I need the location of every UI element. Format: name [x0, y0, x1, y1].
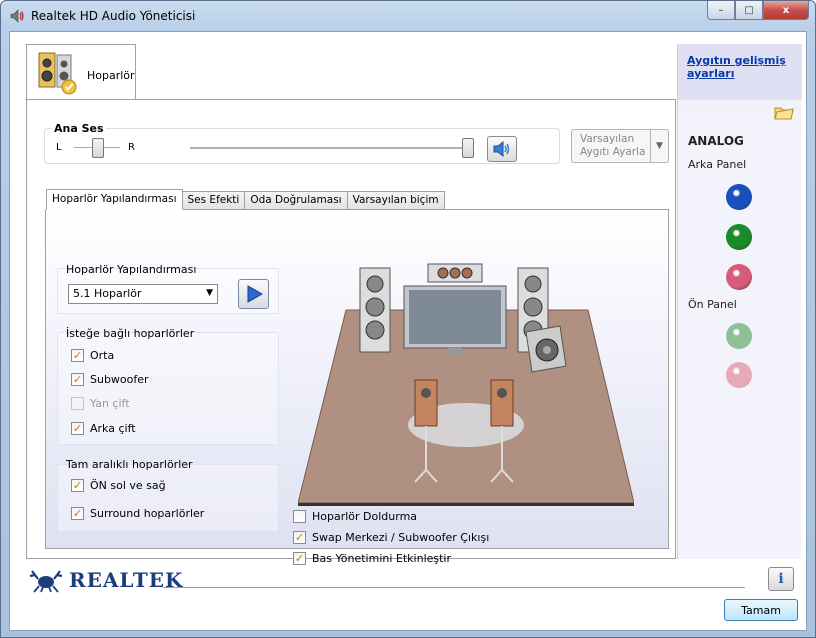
- checkbox-subwoofer[interactable]: ✓ Subwoofer: [71, 373, 149, 386]
- back-jack-blue[interactable]: [726, 184, 752, 210]
- checkbox-box[interactable]: ✓: [293, 552, 306, 565]
- checkbox-front-lr[interactable]: ✓ ÖN sol ve sağ: [71, 479, 166, 492]
- fullrange-speakers-title: Tam aralıklı hoparlörler: [66, 458, 193, 471]
- tab-sound-effects[interactable]: Ses Efekti: [182, 191, 246, 210]
- device-tab-label: Hoparlör: [87, 69, 135, 82]
- set-default-device-button[interactable]: Varsayılan Aygıtı Ayarla ▼: [571, 129, 669, 163]
- checkbox-label: Yan çift: [90, 397, 130, 410]
- speaker-room-illustration[interactable]: [298, 260, 634, 506]
- checkbox-label: Arka çift: [90, 422, 136, 435]
- balance-left-label: L: [56, 142, 62, 153]
- optional-speakers-title: İsteğe bağlı hoparlörler: [66, 327, 195, 340]
- folder-icon[interactable]: [774, 104, 794, 120]
- volume-speaker-icon: [493, 140, 510, 158]
- maximize-button[interactable]: □: [735, 1, 763, 20]
- advanced-settings-link[interactable]: Aygıtın gelişmiş ayarları: [687, 54, 799, 80]
- volume-slider-track[interactable]: [190, 147, 472, 150]
- volume-slider-thumb[interactable]: [462, 138, 474, 158]
- front-jack-pink[interactable]: [726, 362, 752, 388]
- play-icon: [247, 285, 263, 303]
- app-window: Realtek HD Audio Yöneticisi – □ x Hoparl…: [0, 0, 816, 638]
- checkbox-side-pair: Yan çift: [71, 397, 130, 410]
- checkbox-rear-pair[interactable]: ✓ Arka çift: [71, 422, 136, 435]
- checkbox-box: [71, 397, 84, 410]
- chevron-down-icon[interactable]: ▼: [650, 130, 668, 162]
- tab-room-correction[interactable]: Oda Doğrulaması: [245, 191, 348, 210]
- fullrange-speakers-group: [57, 464, 279, 532]
- checkbox-bass-management[interactable]: ✓ Bas Yönetimini Etkinleştir: [293, 552, 451, 565]
- checkbox-swap-center-sub[interactable]: ✓ Swap Merkezi / Subwoofer Çıkışı: [293, 531, 489, 544]
- checkbox-box[interactable]: ✓: [71, 373, 84, 386]
- checkbox-box[interactable]: ✓: [71, 507, 84, 520]
- front-panel-label: Ön Panel: [688, 298, 737, 311]
- device-tab-speaker[interactable]: Hoparlör: [26, 44, 136, 100]
- balance-right-label: R: [128, 142, 135, 153]
- checkbox-box[interactable]: ✓: [71, 422, 84, 435]
- front-jack-green[interactable]: [726, 323, 752, 349]
- back-jack-green[interactable]: [726, 224, 752, 250]
- subtab-bar: Hoparlör Yapılandırması Ses Efekti Oda D…: [46, 189, 445, 210]
- play-test-button[interactable]: [238, 279, 269, 309]
- realtek-logo: REALTEK: [29, 567, 183, 593]
- speaker-device-icon: [38, 52, 77, 95]
- minimize-button[interactable]: –: [707, 1, 735, 20]
- tab-default-format[interactable]: Varsayılan biçim: [347, 191, 445, 210]
- checkbox-box[interactable]: ✓: [293, 531, 306, 544]
- checkbox-label: Bas Yönetimini Etkinleştir: [312, 552, 452, 565]
- back-panel-label: Arka Panel: [688, 158, 747, 171]
- checkbox-label: Swap Merkezi / Subwoofer Çıkışı: [312, 531, 490, 544]
- back-jack-pink[interactable]: [726, 264, 752, 290]
- checkbox-box[interactable]: ✓: [71, 349, 84, 362]
- dropdown-caret-icon: ▼: [206, 288, 213, 298]
- ok-button[interactable]: Tamam: [724, 599, 798, 621]
- caption-buttons: – □ x: [707, 1, 809, 20]
- info-button[interactable]: i: [768, 567, 794, 591]
- speaker-config-select[interactable]: 5.1 Hoparlör ▼: [68, 284, 218, 304]
- checkbox-surround[interactable]: ✓ Surround hoparlörler: [71, 507, 204, 520]
- checkbox-label: ÖN sol ve sağ: [90, 479, 166, 492]
- analog-title: ANALOG: [688, 134, 744, 148]
- client-area: Hoparlör Aygıtın gelişmiş ayarları ANALO…: [9, 31, 807, 631]
- checkbox-box[interactable]: ✓: [71, 479, 84, 492]
- title-bar[interactable]: Realtek HD Audio Yöneticisi – □ x: [1, 1, 815, 31]
- checkbox-center[interactable]: ✓ Orta: [71, 349, 114, 362]
- speaker-title-icon: [10, 9, 24, 23]
- front-left-speaker[interactable]: [359, 267, 391, 353]
- speaker-config-title: Hoparlör Yapılandırması: [66, 263, 197, 276]
- checkbox-label: Subwoofer: [90, 373, 149, 386]
- subwoofer-speaker[interactable]: [525, 325, 567, 373]
- main-volume-group: [44, 128, 560, 164]
- speaker-config-value: 5.1 Hoparlör: [73, 287, 142, 300]
- close-button[interactable]: x: [763, 1, 809, 20]
- checkbox-label: Orta: [90, 349, 115, 362]
- checkbox-box[interactable]: [293, 510, 306, 523]
- balance-slider-thumb[interactable]: [92, 138, 104, 158]
- footer-divider: [163, 587, 745, 588]
- window-title: Realtek HD Audio Yöneticisi: [31, 9, 196, 23]
- checkbox-speaker-fill[interactable]: Hoparlör Doldurma: [293, 510, 417, 523]
- checkbox-label: Hoparlör Doldurma: [312, 510, 418, 523]
- connector-sidebar: Aygıtın gelişmiş ayarları ANALOG Arka Pa…: [677, 44, 802, 559]
- realtek-logo-text: REALTEK: [69, 568, 184, 592]
- realtek-crab-icon: [29, 570, 63, 593]
- checkbox-label: Surround hoparlörler: [90, 507, 205, 520]
- tv-screen: [403, 285, 507, 356]
- main-volume-legend: Ana Ses: [52, 122, 106, 135]
- tab-speaker-configuration[interactable]: Hoparlör Yapılandırması: [46, 189, 183, 210]
- mute-button[interactable]: [487, 136, 517, 162]
- center-speaker[interactable]: [427, 263, 483, 283]
